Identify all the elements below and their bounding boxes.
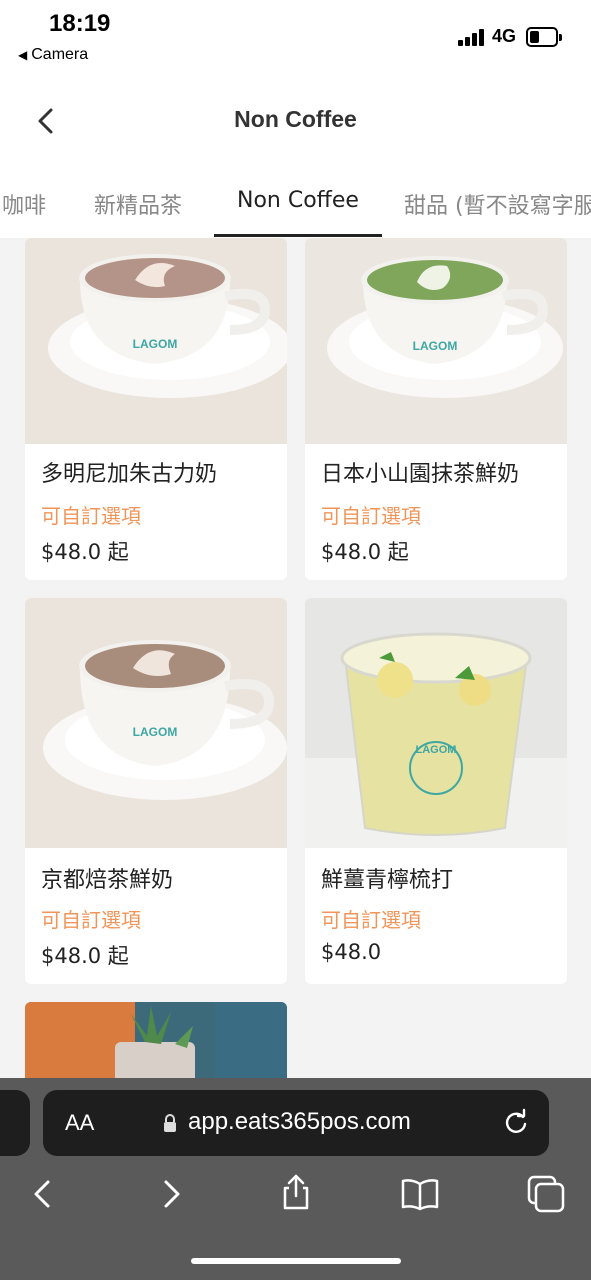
status-bar: 18:19 ◀ Camera 4G: [0, 0, 591, 76]
lock-icon: [164, 1114, 176, 1132]
product-name: 多明尼加朱古力奶: [41, 462, 218, 487]
tab-non-coffee[interactable]: Non Coffee: [237, 188, 359, 213]
active-tab-indicator: [214, 234, 382, 237]
product-photo: LAGOM: [25, 238, 287, 444]
product-option: 可自訂選項: [41, 504, 141, 528]
cup-logo: LAGOM: [133, 725, 178, 739]
signal-icon: [458, 28, 486, 46]
previous-tab-pill[interactable]: [0, 1090, 30, 1156]
product-grid: LAGOM 多明尼加朱古力奶 可自訂選項 $48.0 起 LAGOM 日本小山園…: [0, 238, 591, 1080]
product-card[interactable]: LAGOM 多明尼加朱古力奶 可自訂選項 $48.0 起: [25, 238, 287, 580]
tabs-icon[interactable]: [526, 1174, 566, 1214]
browser-toolbar: AA app.eats365pos.com: [0, 1078, 591, 1280]
tab-new-tea[interactable]: 新精品茶: [94, 188, 182, 220]
url-text: app.eats365pos.com: [188, 1108, 411, 1135]
back-triangle-icon: ◀: [18, 48, 28, 62]
network-type: 4G: [492, 26, 517, 46]
reload-icon[interactable]: [501, 1108, 531, 1138]
product-photo: LAGOM: [25, 598, 287, 848]
product-price: $48.0 起: [41, 944, 129, 968]
page-title: Non Coffee: [234, 106, 357, 132]
product-name: 日本小山園抹茶鮮奶: [321, 462, 520, 487]
browser-back-icon[interactable]: [24, 1174, 64, 1214]
tab-coffee[interactable]: 咖啡: [2, 188, 46, 220]
product-photo: [25, 1002, 287, 1080]
cup-logo: LAGOM: [133, 337, 178, 351]
home-indicator: [191, 1258, 401, 1264]
browser-forward-icon[interactable]: [152, 1174, 192, 1214]
nav-header: Non Coffee: [0, 76, 591, 166]
product-option: 可自訂選項: [321, 504, 421, 528]
product-name: 京都焙茶鮮奶: [41, 868, 174, 893]
product-card[interactable]: LAGOM 鮮薑青檸梳打 可自訂選項 $48.0: [305, 598, 567, 984]
category-tabs: 咖啡 新精品茶 Non Coffee 甜品 (暫不設寫字服務): [0, 166, 591, 238]
back-app-label: Camera: [31, 46, 89, 63]
product-card[interactable]: [25, 1002, 287, 1080]
product-option: 可自訂選項: [41, 908, 141, 932]
battery-icon: [526, 27, 562, 47]
bookmarks-icon[interactable]: [400, 1174, 440, 1214]
share-icon[interactable]: [276, 1172, 316, 1212]
product-photo: LAGOM: [305, 598, 567, 848]
product-photo: LAGOM: [305, 238, 567, 444]
product-card[interactable]: LAGOM 京都焙茶鮮奶 可自訂選項 $48.0 起: [25, 598, 287, 984]
product-card[interactable]: LAGOM 日本小山園抹茶鮮奶 可自訂選項 $48.0 起: [305, 238, 567, 580]
status-time: 18:19: [49, 10, 111, 37]
product-name: 鮮薑青檸梳打: [321, 868, 454, 893]
product-price: $48.0 起: [41, 540, 129, 564]
reader-settings-button[interactable]: AA: [65, 1110, 94, 1136]
tab-dessert[interactable]: 甜品 (暫不設寫字服務): [404, 188, 591, 220]
cup-logo: LAGOM: [413, 339, 458, 353]
back-to-camera-link[interactable]: ◀ Camera: [18, 46, 88, 64]
cup-logo: LAGOM: [416, 744, 457, 756]
product-price: $48.0: [321, 940, 382, 964]
product-price: $48.0 起: [321, 540, 409, 564]
product-option: 可自訂選項: [321, 908, 421, 932]
address-bar[interactable]: AA app.eats365pos.com: [43, 1090, 549, 1156]
